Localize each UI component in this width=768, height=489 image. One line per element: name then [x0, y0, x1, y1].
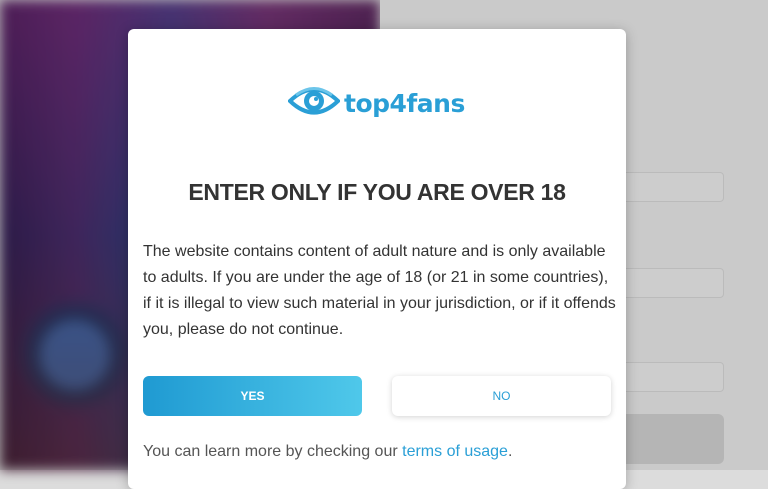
eye-icon	[287, 84, 341, 123]
modal-body-text: The website contains content of adult na…	[143, 243, 616, 338]
logo: top4fans	[287, 84, 465, 123]
age-verification-modal: top4fans ENTER ONLY IF YOU ARE OVER 18 T…	[128, 29, 626, 489]
no-button[interactable]: NO	[392, 376, 611, 416]
terms-of-usage-link[interactable]: terms of usage	[402, 443, 508, 460]
terms-notice-period: .	[507, 443, 513, 460]
yes-button[interactable]: YES	[143, 376, 362, 416]
modal-title: ENTER ONLY IF YOU ARE OVER 18	[188, 179, 566, 205]
terms-notice-text: You can learn more by checking our	[143, 443, 403, 460]
terms-notice: You can learn more by checking our terms…	[143, 443, 512, 461]
logo-text: top4fans	[344, 88, 465, 118]
